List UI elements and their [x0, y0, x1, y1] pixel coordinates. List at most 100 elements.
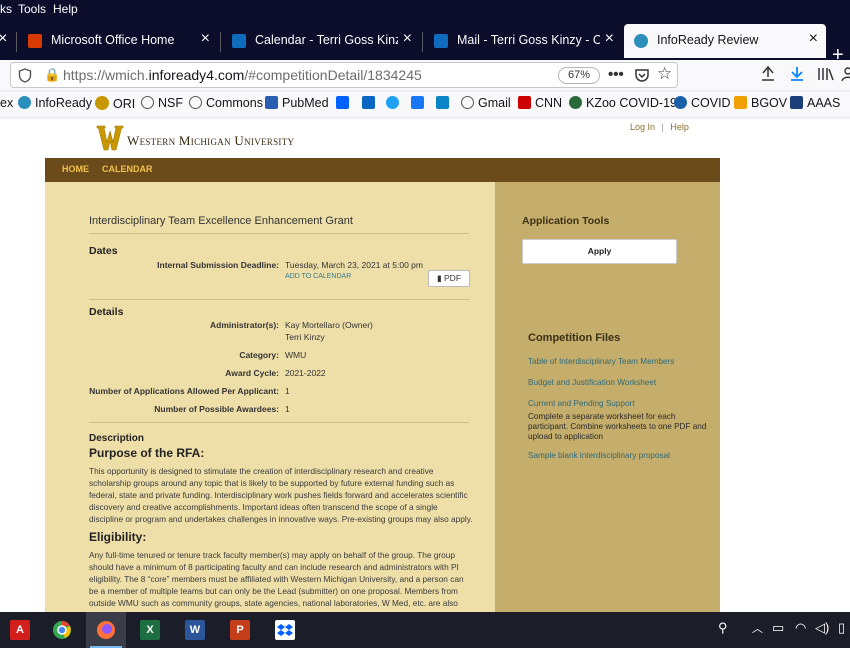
tab-infoready[interactable]: InfoReady Review × — [624, 24, 826, 58]
tab-calendar[interactable]: Calendar - Terri Goss Kinzy - Ou × — [222, 27, 420, 55]
document-icon: ▮ — [436, 273, 445, 283]
outlook-icon — [434, 34, 448, 48]
menu-item-help[interactable]: Help — [53, 2, 78, 16]
menu-item-partial[interactable]: ks — [0, 2, 12, 16]
file-link-team-members[interactable]: Table of Interdisciplinary Team Members — [528, 357, 674, 366]
taskbar-chrome[interactable] — [42, 612, 82, 648]
battery-icon[interactable]: ▭ — [772, 620, 784, 636]
taskbar-excel[interactable]: X — [130, 612, 170, 648]
tab-label: InfoReady Review — [657, 33, 759, 47]
bookmark-cnn[interactable]: CNN — [518, 96, 562, 110]
taskbar-dropbox[interactable] — [265, 612, 305, 648]
address-bar[interactable]: 🔒 https://wmich.infoready4.com/#competit… — [10, 62, 678, 88]
notification-icon[interactable]: ▯ — [838, 620, 845, 636]
bookmark-pubmed[interactable]: PubMed — [265, 96, 329, 110]
bookmark-dropbox[interactable] — [336, 96, 353, 110]
people-icon[interactable]: ⚲ — [718, 620, 728, 636]
nav-home[interactable]: HOME — [62, 164, 89, 174]
globe-icon — [141, 96, 154, 109]
link-separator: | — [661, 122, 664, 132]
applications-allowed-label: Number of Applications Allowed Per Appli… — [89, 386, 279, 396]
web-page: Western Michigan University Log In | Hel… — [0, 119, 850, 612]
volume-icon[interactable]: ◁) — [815, 620, 829, 636]
competition-detail-panel: Interdisciplinary Team Excellence Enhanc… — [45, 182, 495, 612]
profile-icon[interactable] — [840, 66, 850, 82]
taskbar-firefox[interactable] — [86, 612, 126, 648]
tab-mail[interactable]: Mail - Terri Goss Kinzy - Outloo × — [424, 27, 622, 55]
close-icon[interactable]: × — [0, 30, 7, 48]
url-text[interactable]: https://wmich.infoready4.com/#competitio… — [63, 67, 422, 83]
close-icon[interactable]: × — [809, 30, 818, 48]
bookmark-aaas[interactable]: AAAS — [790, 96, 840, 110]
deadline-value: Tuesday, March 23, 2021 at 5:00 pm — [285, 260, 423, 270]
close-icon[interactable]: × — [201, 30, 210, 48]
bookmark-nsf[interactable]: NSF — [141, 96, 183, 110]
bookmark-twitter[interactable] — [386, 96, 403, 110]
file-link-sample-proposal[interactable]: Sample blank interdisciplinary proposal — [528, 451, 670, 460]
apply-button[interactable]: Apply — [522, 239, 677, 264]
bgov-icon — [734, 96, 747, 109]
more-actions-icon[interactable]: ••• — [608, 66, 624, 83]
shield-icon[interactable] — [18, 68, 32, 83]
applications-allowed-value: 1 — [285, 386, 290, 396]
bookmark-gmail[interactable]: Gmail — [461, 96, 511, 110]
bookmark-covid[interactable]: COVID — [674, 96, 731, 110]
tab-separator — [422, 32, 423, 52]
nav-calendar[interactable]: CALENDAR — [102, 164, 153, 174]
covid-icon — [674, 96, 687, 109]
kzoo-icon — [569, 96, 582, 109]
site-nav-bar: HOME CALENDAR — [45, 158, 720, 182]
bookmark-ori[interactable]: ORI — [95, 96, 135, 111]
bookmark-infoready[interactable]: InfoReady — [18, 96, 92, 110]
tab-strip: × Microsoft Office Home × Calendar - Ter… — [0, 18, 850, 66]
bookmark-commons[interactable]: Commons — [189, 96, 263, 110]
wmu-logo[interactable] — [96, 125, 124, 151]
description-heading: Description — [89, 433, 145, 444]
tab-office[interactable]: Microsoft Office Home × — [18, 27, 218, 55]
bookmark-item[interactable]: ex — [0, 96, 13, 110]
menu-item-tools[interactable]: Tools — [18, 2, 46, 16]
wifi-icon[interactable]: ◠ — [795, 620, 806, 636]
infoready-icon — [18, 96, 31, 109]
file-link-budget[interactable]: Budget and Justification Worksheet — [528, 378, 656, 387]
bookmark-bgov[interactable]: BGOV — [734, 96, 787, 110]
tab-label: Mail - Terri Goss Kinzy - Outloo — [457, 33, 600, 47]
lock-icon[interactable]: 🔒 — [44, 67, 60, 83]
navigation-bar: 🔒 https://wmich.infoready4.com/#competit… — [0, 60, 850, 90]
possible-awardees-label: Number of Possible Awardees: — [154, 404, 279, 414]
pdf-button[interactable]: ▮ PDF — [428, 270, 470, 287]
divider — [89, 299, 469, 300]
pocket-icon[interactable] — [634, 68, 650, 83]
category-label: Category: — [239, 350, 279, 360]
zoom-level-badge[interactable]: 67% — [558, 67, 600, 84]
twitter-icon — [386, 96, 399, 109]
taskbar-acrobat[interactable]: A — [0, 612, 40, 648]
bookmark-facebook[interactable] — [411, 96, 428, 110]
chevron-up-icon[interactable]: ︿ — [752, 620, 763, 636]
bookmark-chart[interactable] — [436, 96, 453, 110]
cnn-icon — [518, 96, 531, 109]
taskbar-word[interactable]: W — [175, 612, 215, 648]
taskbar-powerpoint[interactable]: P — [220, 612, 260, 648]
close-icon[interactable]: × — [605, 30, 614, 48]
downloads-icon[interactable] — [789, 66, 805, 82]
pdf-label: PDF — [444, 273, 462, 283]
help-link[interactable]: Help — [670, 122, 689, 132]
deadline-label: Internal Submission Deadline: — [157, 260, 279, 270]
bookmark-linkedin[interactable] — [362, 96, 379, 110]
download-arrow-icon[interactable] — [760, 66, 776, 82]
bookmark-kzoo[interactable]: KZoo COVID-19 — [569, 96, 677, 110]
library-icon[interactable] — [817, 66, 835, 82]
globe-icon — [189, 96, 202, 109]
chrome-icon — [53, 621, 71, 639]
bookmark-star-icon[interactable]: ☆ — [657, 64, 672, 84]
competition-title: Interdisciplinary Team Excellence Enhanc… — [89, 215, 353, 227]
add-to-calendar-link[interactable]: ADD TO CALENDAR — [285, 273, 351, 280]
close-icon[interactable]: × — [403, 30, 412, 48]
w-icon — [95, 96, 109, 110]
bookmarks-toolbar: ex InfoReady ORI NSF Commons PubMed Gmai… — [0, 92, 850, 116]
sidebar-panel: Application Tools Apply Competition File… — [495, 182, 720, 612]
powerpoint-icon: P — [230, 620, 250, 640]
login-link[interactable]: Log In — [630, 122, 655, 132]
file-link-pending-support[interactable]: Current and Pending Support — [528, 399, 635, 408]
